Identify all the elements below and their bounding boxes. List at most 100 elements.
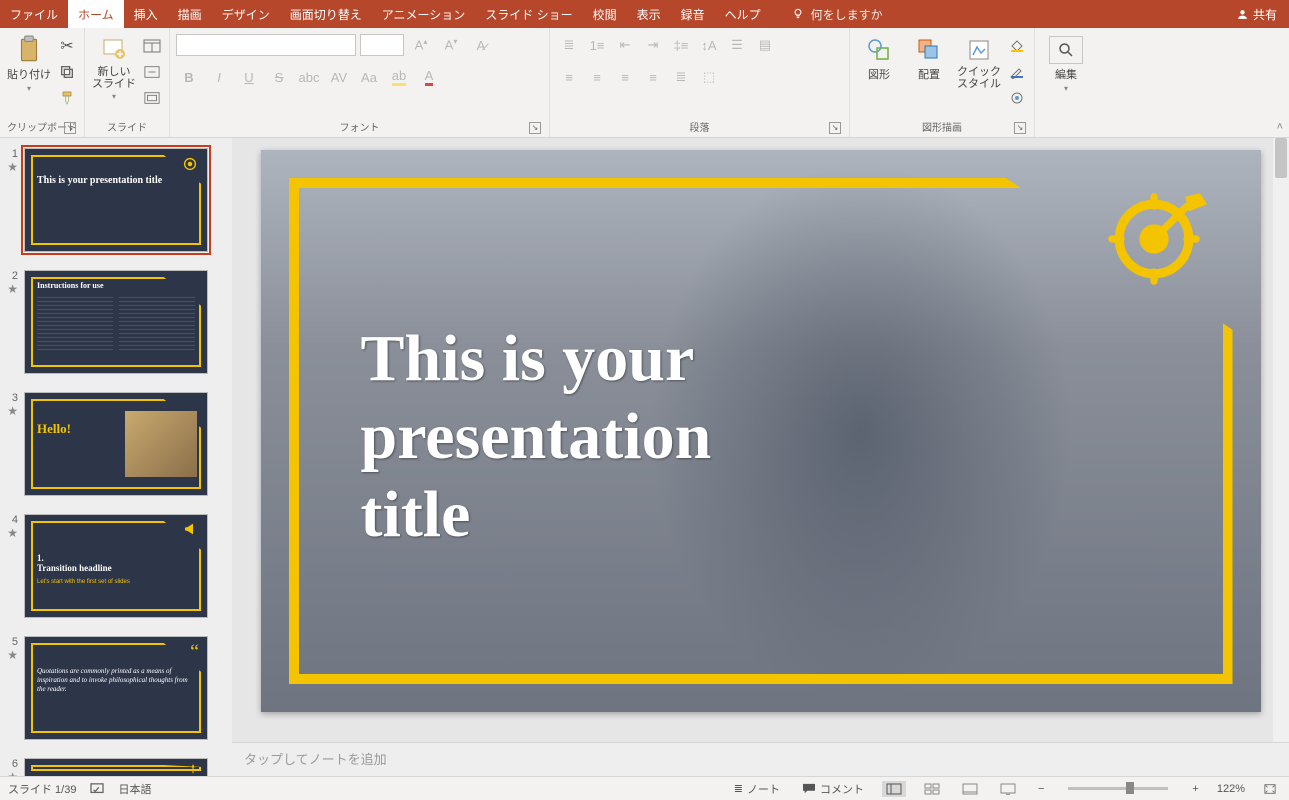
thumbnail-3[interactable]: 3★ Hello!: [6, 392, 226, 496]
tab-view[interactable]: 表示: [627, 0, 671, 28]
bullets-button[interactable]: ≣: [556, 33, 582, 57]
copy-button[interactable]: [56, 62, 78, 82]
tab-file[interactable]: ファイル: [0, 0, 68, 28]
thumbnail-2[interactable]: 2★ Instructions for use: [6, 270, 226, 374]
reading-view-button[interactable]: [958, 781, 982, 797]
animation-star-icon: ★: [6, 648, 18, 662]
shape-fill-button[interactable]: [1006, 36, 1028, 56]
tab-home[interactable]: ホーム: [68, 0, 124, 28]
new-slide-button[interactable]: 新しい スライド ▾: [91, 32, 137, 101]
distribute-button[interactable]: ≣: [668, 65, 694, 89]
zoom-out-button[interactable]: −: [1034, 781, 1048, 797]
thumbnail-4[interactable]: 4★ 1. Transition headlineLet's start wit…: [6, 514, 226, 618]
align-right-icon: ≡: [621, 70, 629, 85]
align-center-button[interactable]: ≡: [584, 65, 610, 89]
slide-canvas-area[interactable]: This is your presentation title: [232, 138, 1289, 742]
font-size-input[interactable]: [360, 34, 404, 56]
italic-button[interactable]: I: [206, 65, 232, 89]
text-direction-button[interactable]: ↕A: [696, 33, 722, 57]
thumbnail-6[interactable]: 6★: [6, 758, 226, 776]
font-dialog-launcher[interactable]: ↘: [529, 122, 541, 134]
shapes-button[interactable]: 図形: [856, 32, 902, 82]
tab-review[interactable]: 校閲: [583, 0, 627, 28]
clipboard-dialog-launcher[interactable]: ↘: [64, 122, 76, 134]
thumb-number: 2: [12, 270, 18, 282]
shadow-button[interactable]: abc: [296, 65, 322, 89]
arrange-button[interactable]: 配置: [906, 32, 952, 82]
tab-animations[interactable]: アニメーション: [372, 0, 476, 28]
decrease-indent-button[interactable]: ⇤: [612, 33, 638, 57]
scrollbar-thumb[interactable]: [1275, 138, 1287, 178]
increase-font-button[interactable]: A▴: [408, 33, 434, 57]
tab-help[interactable]: ヘルプ: [715, 0, 771, 28]
language-indicator[interactable]: 日本語: [118, 781, 151, 797]
format-painter-button[interactable]: [56, 88, 78, 108]
arrange-label: 配置: [918, 66, 940, 82]
underline-button[interactable]: U: [236, 65, 262, 89]
fit-to-window-button[interactable]: [1259, 781, 1281, 797]
columns-button[interactable]: ▤: [752, 33, 778, 57]
vertical-scrollbar[interactable]: [1273, 138, 1289, 742]
editor-area: This is your presentation title タップしてノート…: [232, 138, 1289, 776]
reset-button[interactable]: [141, 62, 163, 82]
font-color-button[interactable]: A: [416, 65, 442, 89]
bullets-icon: ≣: [564, 37, 575, 53]
slide-sorter-view-button[interactable]: [920, 781, 944, 797]
share-button[interactable]: 共有: [1236, 6, 1277, 23]
editing-button[interactable]: 編集 ▾: [1041, 32, 1091, 93]
tab-insert[interactable]: 挿入: [124, 0, 168, 28]
change-case-button[interactable]: Aa: [356, 65, 382, 89]
tab-design[interactable]: デザイン: [212, 0, 280, 28]
justify-button[interactable]: ≡: [640, 65, 666, 89]
normal-view-button[interactable]: [882, 781, 906, 797]
collapse-ribbon-button[interactable]: ˄: [1277, 121, 1283, 133]
comments-toggle-button[interactable]: コメント: [798, 779, 868, 799]
thumbnail-5[interactable]: 5★ “Quotations are commonly printed as a…: [6, 636, 226, 740]
quick-styles-button[interactable]: クイック スタイル: [956, 32, 1002, 90]
quick-styles-label: クイック スタイル: [957, 66, 1001, 90]
increase-indent-button[interactable]: ⇥: [640, 33, 666, 57]
slide-counter: スライド 1/39: [8, 781, 76, 797]
shape-effects-button[interactable]: [1006, 88, 1028, 108]
tell-me-search[interactable]: 何をしますか: [791, 6, 883, 23]
highlight-button[interactable]: ab: [386, 65, 412, 89]
decrease-font-button[interactable]: A▾: [438, 33, 464, 57]
notes-toggle-button[interactable]: ≣ノート: [730, 779, 784, 799]
zoom-slider[interactable]: [1068, 787, 1168, 790]
align-right-button[interactable]: ≡: [612, 65, 638, 89]
layout-button[interactable]: [141, 36, 163, 56]
tab-transitions[interactable]: 画面切り替え: [280, 0, 372, 28]
paragraph-dialog-launcher[interactable]: ↘: [829, 122, 841, 134]
strikethrough-button[interactable]: S: [266, 65, 292, 89]
notes-pane[interactable]: タップしてノートを追加: [232, 742, 1289, 776]
cut-button[interactable]: ✂: [56, 36, 78, 56]
thumbnail-1[interactable]: 1★ This is your presentation title: [6, 148, 226, 252]
slideshow-view-button[interactable]: [996, 781, 1020, 797]
slide-thumbnails-pane[interactable]: 1★ This is your presentation title 2★ In…: [0, 138, 232, 776]
align-text-button[interactable]: ☰: [724, 33, 750, 57]
drawing-dialog-launcher[interactable]: ↘: [1014, 122, 1026, 134]
layout-icon: [143, 39, 161, 53]
section-button[interactable]: [141, 88, 163, 108]
shape-outline-button[interactable]: [1006, 62, 1028, 82]
zoom-level[interactable]: 122%: [1217, 783, 1245, 795]
font-name-input[interactable]: [176, 34, 356, 56]
zoom-in-button[interactable]: +: [1188, 781, 1202, 797]
paste-button[interactable]: 貼り付け ▾: [6, 32, 52, 93]
line-spacing-button[interactable]: ‡≡: [668, 33, 694, 57]
char-spacing-button[interactable]: AV: [326, 65, 352, 89]
grid-icon: [924, 783, 940, 795]
tab-slideshow[interactable]: スライド ショー: [475, 0, 582, 28]
spellcheck-icon[interactable]: [90, 783, 104, 795]
bold-button[interactable]: B: [176, 65, 202, 89]
tab-record[interactable]: 録音: [671, 0, 715, 28]
slide-canvas[interactable]: This is your presentation title: [261, 150, 1261, 712]
align-left-button[interactable]: ≡: [556, 65, 582, 89]
numbering-button[interactable]: 1≡: [584, 33, 610, 57]
zoom-slider-knob[interactable]: [1126, 782, 1134, 794]
slide-title-text[interactable]: This is your presentation title: [361, 320, 712, 554]
comment-icon: [802, 783, 816, 795]
tab-draw[interactable]: 描画: [168, 0, 212, 28]
clear-formatting-button[interactable]: A̷: [468, 33, 494, 57]
convert-smartart-button[interactable]: ⬚: [696, 65, 722, 89]
